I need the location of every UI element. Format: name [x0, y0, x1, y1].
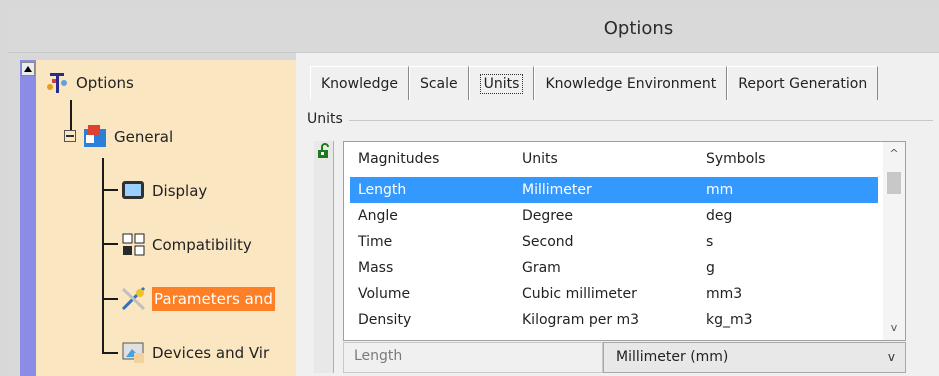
tree-node-display[interactable]: Display [120, 176, 207, 206]
chevron-down-icon[interactable]: v [888, 322, 900, 334]
tree-node-compatibility[interactable]: Compatibility [120, 230, 252, 260]
options-tree-icon [44, 69, 72, 97]
parameters-icon [120, 285, 148, 313]
tree-label-general: General [114, 128, 174, 146]
cell-magnitude: Length [358, 182, 407, 198]
cell-unit: Cubic millimeter [522, 286, 637, 302]
tab-knowledge-environment[interactable]: Knowledge Environment [534, 66, 728, 100]
unit-select[interactable]: Millimeter (mm) v [603, 342, 906, 373]
tab-report-generation[interactable]: Report Generation [727, 66, 879, 100]
tree-label-display: Display [152, 182, 208, 200]
cell-unit: Degree [522, 208, 573, 224]
tab-knowledge-label: Knowledge [321, 75, 398, 92]
tree-node-devices[interactable]: Devices and Vir [120, 338, 269, 368]
window-title: Options [603, 18, 674, 39]
tree-connector [102, 243, 118, 245]
unlock-icon[interactable] [316, 143, 332, 159]
compatibility-icon [120, 231, 148, 259]
table-scrollbar[interactable]: ^ v [883, 142, 905, 340]
group-divider [349, 120, 933, 121]
cell-symbol: deg [706, 208, 733, 224]
column-units[interactable]: Units [522, 151, 558, 167]
tab-units[interactable]: Units [468, 66, 535, 100]
cell-symbol: mm3 [706, 286, 743, 302]
cell-magnitude: Density [358, 312, 412, 328]
title-bar: Options [8, 6, 939, 53]
table-row[interactable]: Mass Gram g [350, 255, 878, 281]
cell-magnitude: Mass [358, 260, 394, 276]
chevron-up-icon[interactable]: ^ [888, 148, 900, 160]
tree-label-devices: Devices and Vir [152, 344, 270, 362]
units-table[interactable]: Magnitudes Units Symbols Length Millimet… [343, 141, 906, 341]
cell-unit: Second [522, 234, 574, 250]
tree-node-options[interactable]: Options [44, 68, 134, 98]
unit-editor-row: Length Millimeter (mm) v [343, 342, 906, 373]
tab-scale-label: Scale [419, 75, 458, 92]
cell-symbol: mm [706, 182, 734, 198]
cell-magnitude: Volume [358, 286, 411, 302]
tab-units-label: Units [479, 73, 524, 94]
collapse-general-icon[interactable] [64, 130, 76, 142]
tree-node-general[interactable]: General [82, 122, 173, 152]
cell-unit: Millimeter [522, 182, 592, 198]
display-icon [120, 177, 148, 205]
tree-label-compatibility: Compatibility [152, 236, 252, 254]
cell-magnitude: Angle [358, 208, 398, 224]
scrollbar-thumb[interactable] [887, 172, 901, 194]
table-row[interactable]: Angle Degree deg [350, 203, 878, 229]
magnitude-field: Length [343, 342, 603, 373]
cell-unit: Gram [522, 260, 561, 276]
options-window: Options Options General Display Compatib… [0, 0, 939, 376]
tree-connector [102, 189, 118, 191]
table-row[interactable]: Density Kilogram per m3 kg_m3 [350, 307, 878, 333]
tree-label-parameters: Parameters and [152, 287, 275, 311]
general-settings-icon [82, 123, 110, 151]
tab-scale[interactable]: Scale [408, 66, 469, 100]
cell-symbol: g [706, 260, 715, 276]
tab-knowledge-environment-label: Knowledge Environment [545, 75, 717, 92]
column-magnitudes[interactable]: Magnitudes [358, 151, 439, 167]
window-border [8, 53, 20, 376]
tab-strip: Knowledge Scale Units Knowledge Environm… [310, 66, 879, 100]
cell-symbol: s [706, 234, 714, 250]
cell-unit: Kilogram per m3 [522, 312, 640, 328]
tree-connector [102, 352, 118, 354]
tab-knowledge[interactable]: Knowledge [310, 66, 409, 100]
cell-symbol: kg_m3 [706, 312, 753, 328]
tab-report-generation-label: Report Generation [738, 75, 868, 92]
tree-connector [102, 158, 104, 354]
tree-node-parameters[interactable]: Parameters and [120, 284, 275, 314]
table-row[interactable]: Time Second s [350, 229, 878, 255]
table-header: Magnitudes Units Symbols [344, 142, 884, 175]
table-row[interactable]: Volume Cubic millimeter mm3 [350, 281, 878, 307]
devices-icon [120, 339, 148, 367]
tree-label-options: Options [76, 74, 134, 92]
scroll-up-icon[interactable] [21, 62, 35, 76]
table-row[interactable]: Length Millimeter mm [350, 177, 878, 203]
options-tree: Options General Display Compatibility Pa… [20, 60, 296, 376]
units-group-label: Units [307, 111, 343, 127]
chevron-down-icon: v [887, 350, 895, 364]
tree-connector [102, 298, 118, 300]
unit-select-value: Millimeter (mm) [616, 349, 729, 365]
tree-scrollbar[interactable] [20, 60, 36, 376]
column-symbols[interactable]: Symbols [706, 151, 765, 167]
options-panel: Knowledge Scale Units Knowledge Environm… [296, 53, 939, 376]
lock-column [314, 141, 334, 373]
cell-magnitude: Time [358, 234, 393, 250]
